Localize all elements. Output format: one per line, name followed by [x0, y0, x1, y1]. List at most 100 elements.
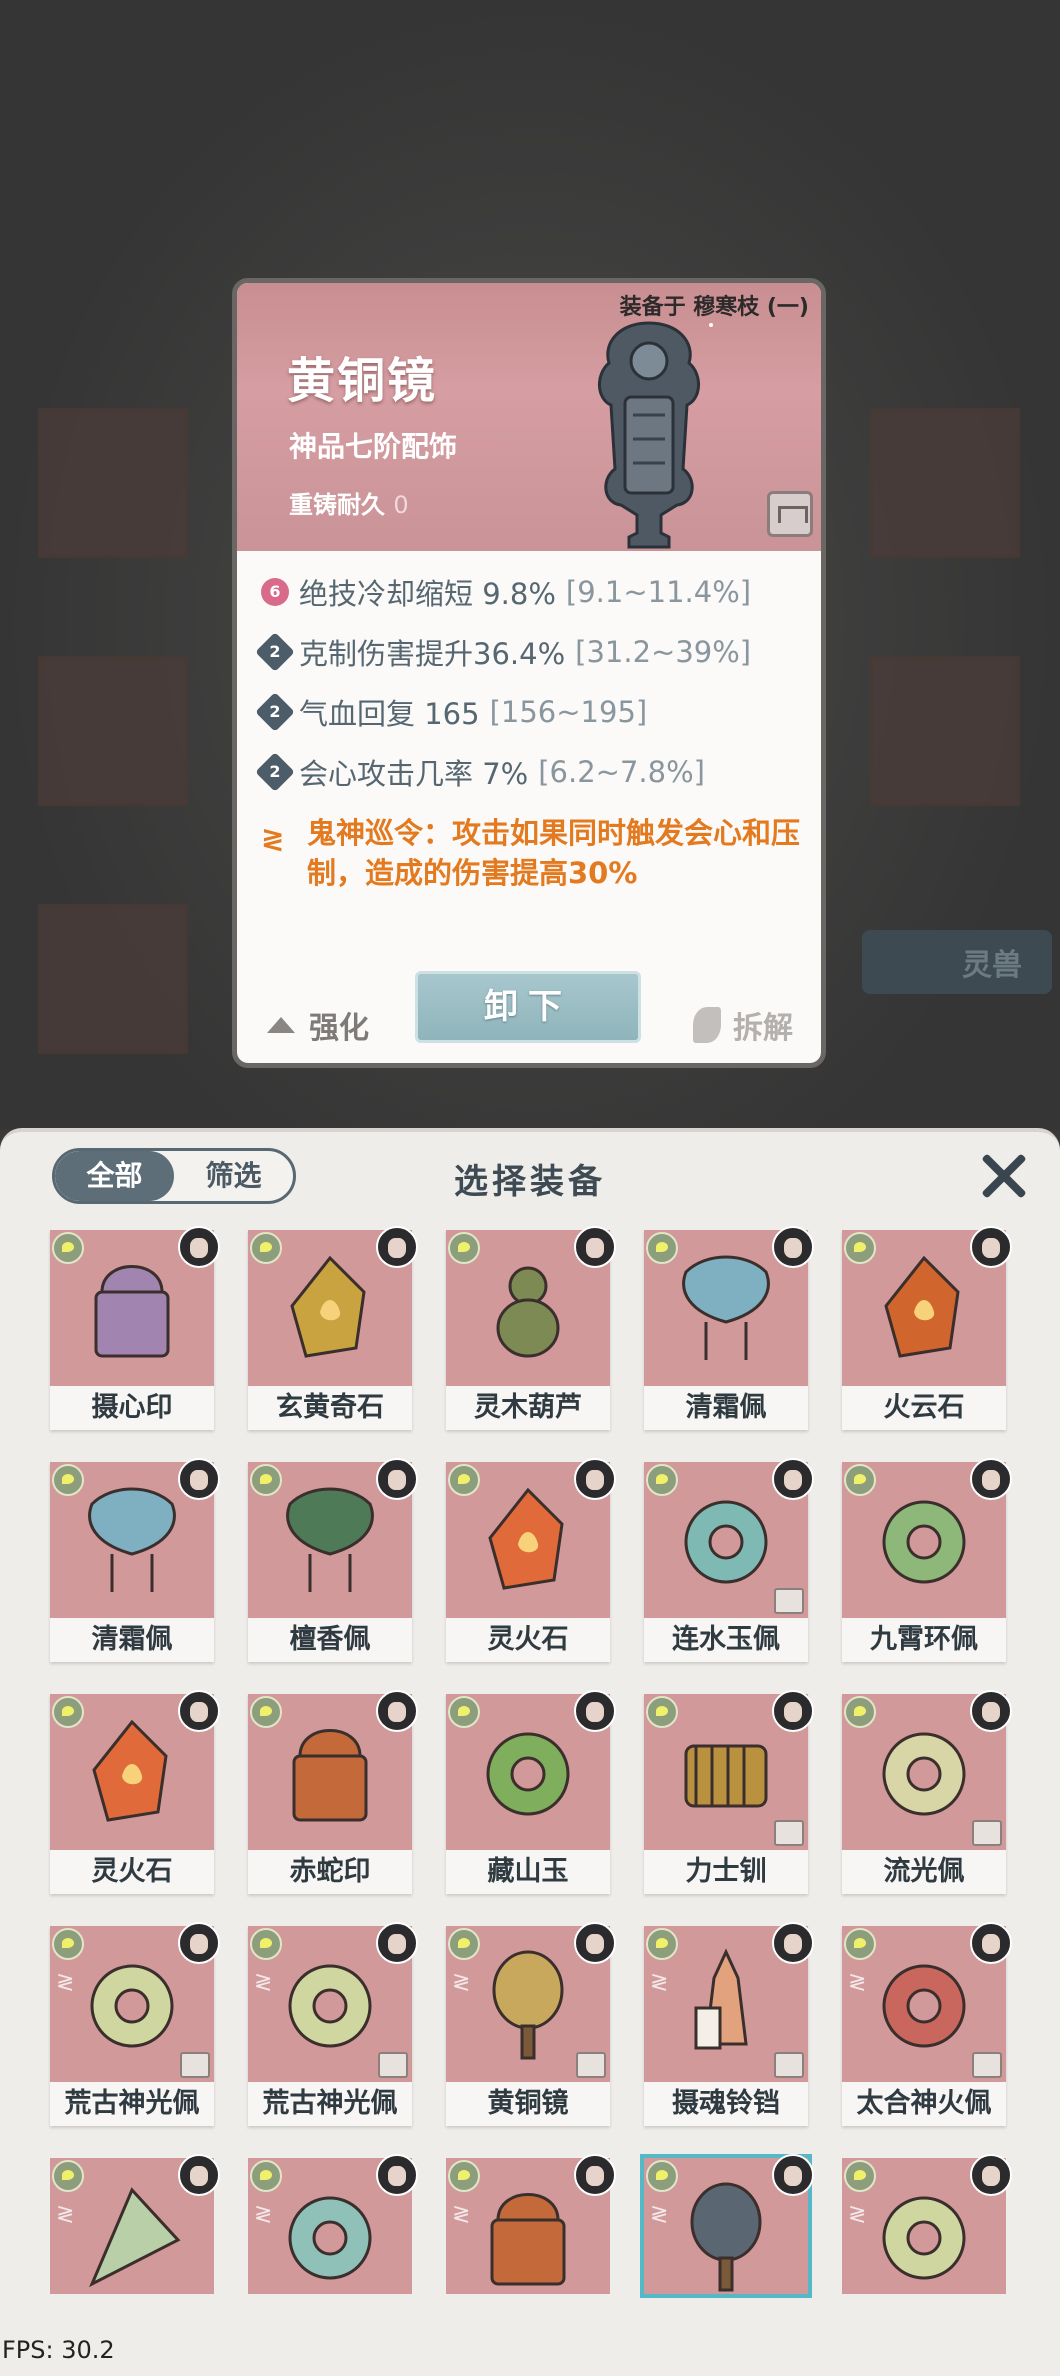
lock-icon [972, 1820, 1002, 1846]
fps-counter: FPS: 30.2 [2, 2336, 115, 2364]
rank-icon [844, 1928, 876, 1960]
rank-icon [250, 2160, 282, 2192]
equipment-tile[interactable]: ≷ [50, 2154, 220, 2294]
character-avatar [772, 1458, 814, 1500]
lock-icon [774, 2052, 804, 2078]
equipment-tile[interactable]: ≷ 荒古神光佩 [248, 1922, 418, 2126]
rank-icon [52, 1696, 84, 1728]
equipment-tile[interactable]: ≷ [842, 2154, 1012, 2294]
equipment-tile[interactable]: ≷ 黄铜镜 [446, 1922, 616, 2126]
stone-icon [488, 1487, 564, 1590]
lock-button[interactable] [767, 491, 813, 537]
equipment-tile[interactable]: 清霜佩 [50, 1458, 220, 1662]
equipment-tile[interactable]: 玄黄奇石 [248, 1226, 418, 1430]
equipment-tile[interactable]: 流光佩 [842, 1690, 1012, 1894]
equipment-tile[interactable]: ≷ 荒古神光佩 [50, 1922, 220, 2126]
mirror-icon [492, 1950, 564, 2060]
equipment-tile[interactable]: 火云石 [842, 1226, 1012, 1430]
rank-icon [448, 1464, 480, 1496]
pet-tab: 灵兽 [862, 930, 1052, 994]
equipment-name: 力士钏 [644, 1850, 808, 1894]
rank-badge: 2 [255, 632, 295, 672]
rank-icon [250, 1464, 282, 1496]
dismantle-button[interactable]: 拆解 [693, 1003, 793, 1047]
equipment-name: 清霜佩 [50, 1618, 214, 1662]
character-avatar [178, 1226, 220, 1268]
stat-text: 会心攻击几率 7% [299, 757, 529, 791]
item-grade: 神品七阶配饰 [289, 430, 458, 463]
equipment-tile[interactable]: 藏山玉 [446, 1690, 616, 1894]
equipment-name: 荒古神光佩 [50, 2082, 214, 2126]
set-mark-icon: ≷ [452, 2202, 471, 2227]
stat-range: [6.2~7.8%] [538, 755, 705, 789]
rank-badge: 2 [255, 752, 295, 792]
character-avatar [970, 1226, 1012, 1268]
recast-durability: 重铸耐久 0 [289, 485, 409, 520]
set-mark-icon: ≷ [848, 2202, 867, 2227]
stat-row: 6 绝技冷却缩短 9.8% [9.1~11.4%] [261, 571, 751, 613]
ring-icon [882, 1500, 966, 1584]
rank-icon [250, 1928, 282, 1960]
stat-range: [31.2~39%] [575, 635, 752, 669]
ring-icon [486, 1732, 570, 1816]
equipment-tile[interactable]: 灵火石 [50, 1690, 220, 1894]
recast-label: 重铸耐久 [289, 491, 385, 519]
ring-icon [882, 1732, 966, 1816]
equipment-tile[interactable]: 连水玉佩 [644, 1458, 814, 1662]
rank-icon [448, 1928, 480, 1960]
equipment-tile[interactable]: ≷ [446, 2154, 616, 2294]
equipment-name: 荒古神光佩 [248, 2082, 412, 2126]
equipment-tile[interactable]: ≷ 摄魂铃铛 [644, 1922, 814, 2126]
dismantle-icon [693, 1007, 721, 1043]
equipment-tile[interactable]: 檀香佩 [248, 1458, 418, 1662]
character-avatar [178, 2154, 220, 2196]
equipment-tile[interactable]: ≷ 太合神火佩 [842, 1922, 1012, 2126]
set-mark-icon: ≷ [254, 1970, 273, 1995]
equipment-tile[interactable]: ≷ [248, 2154, 418, 2294]
character-avatar [970, 2154, 1012, 2196]
item-name: 黄铜镜 [287, 353, 438, 409]
equipment-tile[interactable]: 力士钏 [644, 1690, 814, 1894]
equipment-name: 清霜佩 [644, 1386, 808, 1430]
character-avatar [970, 1458, 1012, 1500]
arrow-up-icon [267, 1017, 295, 1033]
character-avatar [376, 2154, 418, 2196]
close-icon[interactable] [978, 1150, 1030, 1202]
stone-icon [884, 1255, 960, 1358]
rank-icon [250, 1232, 282, 1264]
pendant-icon [682, 1255, 770, 1360]
equipment-tile[interactable]: ≷ [640, 2154, 814, 2298]
lock-icon [576, 2052, 606, 2078]
equipment-tile[interactable]: 灵木葫芦 [446, 1226, 616, 1430]
select-equipment-panel: 全部 筛选 选择装备 摄心印 玄黄奇石 灵木葫芦 清霜佩 火云石 清霜佩 檀香佩… [0, 1128, 1060, 2376]
equipment-name: 连水玉佩 [644, 1618, 808, 1662]
equipment-tile[interactable]: 赤蛇印 [248, 1690, 418, 1894]
equipment-tile[interactable]: 摄心印 [50, 1226, 220, 1430]
character-avatar [772, 1922, 814, 1964]
stat-text: 绝技冷却缩短 9.8% [299, 577, 556, 611]
equipment-tile[interactable]: 灵火石 [446, 1458, 616, 1662]
lock-icon [774, 1588, 804, 1614]
rank-icon [646, 1928, 678, 1960]
rank-icon [646, 1696, 678, 1728]
rank-icon [646, 1464, 678, 1496]
seal-icon [94, 1265, 170, 1358]
character-avatar [772, 1226, 814, 1268]
rank-icon [646, 1232, 678, 1264]
bg-equip-slot [38, 904, 188, 1054]
equipment-tile[interactable]: 九霄环佩 [842, 1458, 1012, 1662]
equipment-name: 赤蛇印 [248, 1850, 412, 1894]
equipment-name: 太合神火佩 [842, 2082, 1006, 2126]
stat-text: 克制伤害提升36.4% [299, 637, 566, 671]
character-avatar [376, 1922, 418, 1964]
character-avatar [772, 2154, 814, 2196]
fan-icon [88, 2187, 181, 2288]
stat-range: [9.1~11.4%] [565, 575, 752, 609]
set-mark-icon: ≷ [452, 1970, 471, 1995]
character-avatar [178, 1922, 220, 1964]
equipment-name: 黄铜镜 [446, 2082, 610, 2126]
equipment-tile[interactable]: 清霜佩 [644, 1226, 814, 1430]
special-effect-text: 鬼神巡令：攻击如果同时触发会心和压制，造成的伤害提高30% [307, 816, 801, 890]
enhance-button[interactable]: 强化 [267, 1003, 369, 1047]
unequip-button[interactable]: 卸下 [415, 971, 641, 1043]
